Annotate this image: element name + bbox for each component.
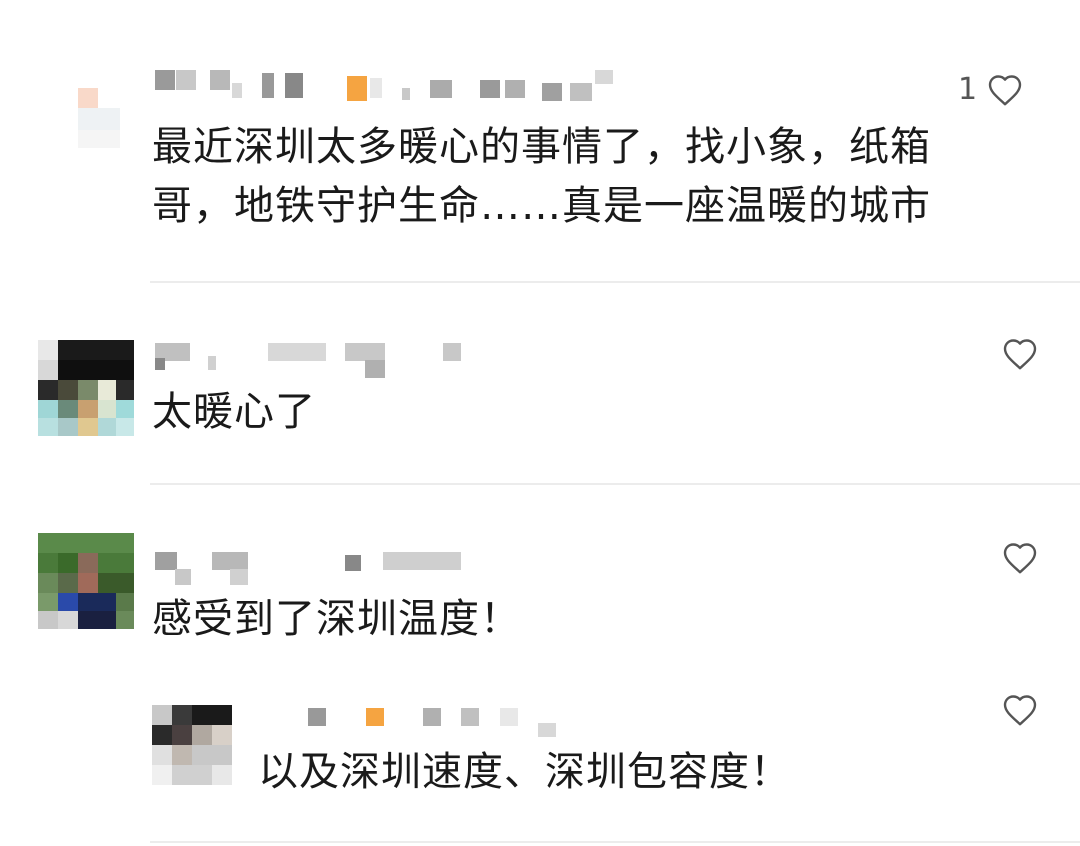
avatar[interactable] [38,533,134,629]
comment-text: 最近深圳太多暖心的事情了，找小象，纸箱 哥，地铁守护生命……真是一座温暖的城市 [152,118,931,236]
comment-text-line: 感受到了深圳温度！ [152,596,521,642]
username-blurred[interactable] [258,703,578,743]
comment-item: 感受到了深圳温度！ 以及深圳速度、深圳包容度！ [0,485,1080,846]
like-button[interactable]: 1 [958,72,1023,107]
heart-outline-icon [1003,339,1037,370]
reply-text: 以及深圳速度、深圳包容度！ [258,743,791,802]
avatar[interactable] [78,88,120,148]
avatar[interactable] [38,340,134,436]
comment-text: 太暖心了 [152,383,316,442]
username-blurred[interactable] [150,547,470,587]
comment-text-line: 最近深圳太多暖心的事情了，找小象，纸箱 [152,124,931,170]
like-button[interactable] [992,337,1038,371]
comment-text-line: 哥，地铁守护生命……真是一座温暖的城市 [152,183,931,229]
comment-item: 最近深圳太多暖心的事情了，找小象，纸箱 哥，地铁守护生命……真是一座温暖的城市 … [0,0,1080,283]
heart-outline-icon [1003,695,1037,726]
like-button[interactable] [992,693,1038,727]
username-blurred[interactable] [150,338,470,378]
comment-text-line: 太暖心了 [152,389,316,435]
heart-outline-icon [1003,543,1037,574]
comment-text: 感受到了深圳温度！ [152,590,521,649]
heart-outline-icon [988,74,1022,105]
like-count: 1 [958,72,978,107]
avatar[interactable] [152,705,232,785]
comment-item: 太暖心了 [0,283,1080,485]
divider [150,841,1080,843]
like-button[interactable] [992,541,1038,575]
reply-text-line: 以及深圳速度、深圳包容度！ [258,749,791,795]
username-blurred[interactable] [150,68,620,108]
